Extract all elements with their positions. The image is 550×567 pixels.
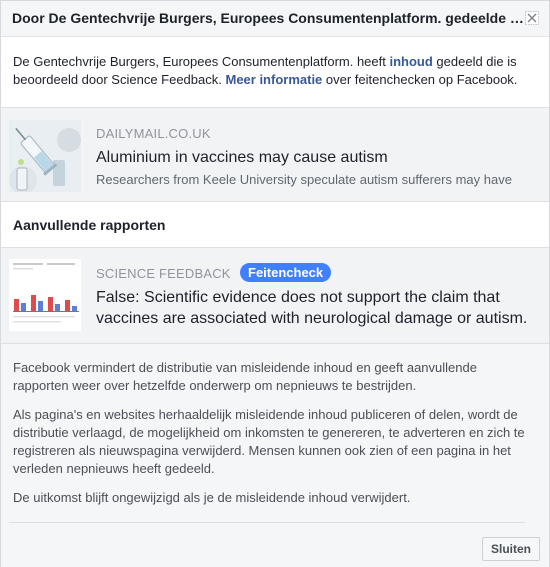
- intro-text: De Gentechvrije Burgers, Europees Consum…: [13, 53, 533, 89]
- dialog-header: Door De Gentechvrije Burgers, Europees C…: [1, 1, 549, 37]
- footer-divider: [9, 522, 525, 523]
- fact-check-thumbnail: [9, 259, 81, 331]
- article-domain: DAILYMAIL.CO.UK: [96, 126, 211, 141]
- info-paragraph-3: De uitkomst blijft ongewijzigd als je de…: [13, 490, 411, 505]
- intro-part-1: De Gentechvrije Burgers, Europees Consum…: [13, 54, 390, 69]
- additional-reports-heading: Aanvullende rapporten: [13, 217, 166, 233]
- intro-part-3: over feitenchecken op Facebook.: [322, 72, 518, 87]
- article-title[interactable]: Aluminium in vaccines may cause autism: [96, 147, 536, 168]
- article-description: Researchers from Keele University specul…: [96, 172, 512, 187]
- close-button[interactable]: Sluiten: [482, 537, 540, 561]
- info-paragraph-1: Facebook vermindert de distributie van m…: [13, 360, 477, 393]
- fact-check-dialog: Door De Gentechvrije Burgers, Europees C…: [0, 0, 550, 567]
- content-link[interactable]: inhoud: [389, 54, 432, 69]
- article-thumbnail: [9, 120, 81, 192]
- more-info-link[interactable]: Meer informatie: [225, 72, 322, 87]
- shared-article-card[interactable]: DAILYMAIL.CO.UK Aluminium in vaccines ma…: [1, 107, 549, 202]
- dialog-title: Door De Gentechvrije Burgers, Europees C…: [12, 10, 524, 26]
- fact-check-source: SCIENCE FEEDBACK: [96, 266, 231, 281]
- close-icon[interactable]: [525, 11, 539, 25]
- info-section: Facebook vermindert de distributie van m…: [1, 344, 549, 567]
- fact-check-badge: Feitencheck: [240, 263, 332, 282]
- fact-check-title[interactable]: False: Scientific evidence does not supp…: [96, 287, 536, 329]
- fact-check-card[interactable]: SCIENCE FEEDBACK Feitencheck False: Scie…: [1, 247, 549, 344]
- info-paragraph-2: Als pagina's en websites herhaaldelijk m…: [13, 407, 525, 476]
